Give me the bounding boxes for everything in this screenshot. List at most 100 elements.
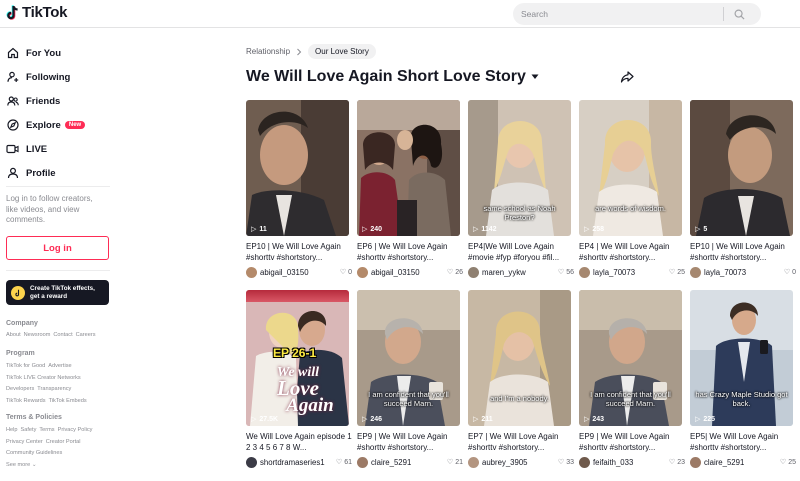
- sidebar-item-explore[interactable]: Explore New: [6, 113, 86, 137]
- like-count: ♡ 26: [446, 268, 463, 277]
- footer-link-tiktok-rewards[interactable]: TikTok Rewards: [6, 398, 46, 404]
- sidebar-item-label: LIVE: [26, 143, 48, 155]
- sidebar-item-label: Explore: [26, 119, 61, 131]
- avatar[interactable]: [357, 456, 368, 468]
- video-thumbnail[interactable]: I am confident that you'll succeed Marn.…: [357, 290, 460, 426]
- footer-link-careers[interactable]: Careers: [76, 332, 96, 338]
- author-name[interactable]: layla_70073: [593, 268, 667, 277]
- avatar[interactable]: [579, 456, 590, 468]
- video-title[interactable]: We Will Love Again episode 1 2 3 4 5 6 7…: [246, 431, 352, 453]
- video-title[interactable]: EP4 | We Will Love Again #shorttv #short…: [579, 241, 685, 263]
- video-thumbnail[interactable]: same school as Noah Preston? ▷ 1142: [468, 100, 571, 236]
- sidebar-item-profile[interactable]: Profile: [6, 161, 85, 185]
- author-name[interactable]: abigail_03150: [371, 268, 445, 277]
- sidebar-item-live[interactable]: LIVE: [6, 137, 85, 161]
- video-thumbnail[interactable]: has Crazy Maple Studio got back. ▷ 225: [690, 290, 793, 426]
- avatar[interactable]: [468, 266, 479, 278]
- footer-link-developers[interactable]: Developers: [6, 386, 34, 392]
- author-name[interactable]: abigail_03150: [260, 268, 338, 277]
- play-icon: ▷: [251, 416, 257, 423]
- play-count: ▷ 5: [695, 225, 708, 234]
- create-effects-banner[interactable]: Create TikTok effects, get a reward: [6, 280, 109, 305]
- play-count: ▷ 246: [362, 415, 383, 424]
- sidebar-divider: [6, 186, 110, 187]
- footer-terms-heading: Terms & Policies: [6, 414, 62, 421]
- avatar[interactable]: [246, 266, 257, 278]
- avatar[interactable]: [357, 266, 368, 278]
- video-thumbnail[interactable]: I am confident that you'll succeed Marn.…: [579, 290, 682, 426]
- live-icon: [6, 143, 19, 156]
- video-thumbnail[interactable]: ▷ 11: [246, 100, 349, 236]
- footer-link-transparency[interactable]: Transparency: [37, 386, 71, 392]
- video-thumbnail[interactable]: EP 26-1 We will Love Again ▷ 27.5K: [246, 290, 349, 426]
- video-title[interactable]: EP4|We Will Love Again #movie #fyp #fory…: [468, 241, 574, 263]
- footer-link-help[interactable]: Help: [6, 427, 18, 433]
- sidebar-item-following[interactable]: Following: [6, 65, 85, 89]
- like-count: ♡ 23: [668, 458, 685, 467]
- video-thumbnail[interactable]: ▷ 5: [690, 100, 793, 236]
- video-title[interactable]: EP5| We Will Love Again #shorttv #shorts…: [690, 431, 796, 453]
- see-more-link[interactable]: See more ⌄: [6, 462, 37, 468]
- footer-link-privacy-center[interactable]: Privacy Center: [6, 439, 43, 445]
- heart-icon: ♡: [557, 459, 565, 466]
- search-button[interactable]: [724, 3, 754, 25]
- author-name[interactable]: aubrey_3905: [482, 458, 556, 467]
- video-thumbnail[interactable]: ▷ 240: [357, 100, 460, 236]
- video-title[interactable]: EP6 | We Will Love Again #shorttv #short…: [357, 241, 463, 263]
- sidebar: For You Following Friends Explore New LI…: [0, 28, 118, 481]
- video-caption-overlay: and I'm a nobody.: [490, 394, 549, 403]
- video-title[interactable]: EP7 | We Will Love Again #shorttv #short…: [468, 431, 574, 453]
- author-name[interactable]: claire_5291: [704, 458, 778, 467]
- footer-link-tiktok-for-good[interactable]: TikTok for Good: [6, 363, 45, 369]
- footer-link-about[interactable]: About: [6, 332, 21, 338]
- video-thumbnail[interactable]: and I'm a nobody. ▷ 211: [468, 290, 571, 426]
- sidebar-item-friends[interactable]: Friends: [6, 89, 85, 113]
- footer-link-tiktok-embeds[interactable]: TikTok Embeds: [49, 398, 87, 404]
- footer-link-newsroom[interactable]: Newsroom: [24, 332, 51, 338]
- video-title[interactable]: EP9 | We Will Love Again #shorttv #short…: [579, 431, 685, 453]
- avatar[interactable]: [690, 266, 701, 278]
- like-count: ♡ 25: [668, 268, 685, 277]
- heart-icon: ♡: [779, 459, 787, 466]
- page-title[interactable]: We Will Love Again Short Love Story: [246, 68, 539, 86]
- video-thumbnail[interactable]: are words of wisdom. ▷ 258: [579, 100, 682, 236]
- breadcrumb: Relationship Our Love Story: [246, 44, 376, 59]
- author-name[interactable]: maren_yykw: [482, 268, 556, 277]
- sidebar-item-label: Profile: [26, 167, 56, 179]
- search-icon: [734, 9, 745, 20]
- heart-icon: ♡: [668, 459, 676, 466]
- author-name[interactable]: layla_70073: [704, 268, 782, 277]
- footer-link-live-creator-networks[interactable]: TikTok LIVE Creator Networks: [6, 375, 81, 381]
- footer-terms-links: Help Safety Terms Privacy Policy Privacy Ce…: [6, 425, 114, 460]
- play-icon: ▷: [695, 226, 701, 233]
- video-title[interactable]: EP9 | We Will Love Again #shorttv #short…: [357, 431, 463, 453]
- author-name[interactable]: claire_5291: [371, 458, 445, 467]
- breadcrumb-parent[interactable]: Relationship: [246, 47, 290, 56]
- footer-link-contact[interactable]: Contact: [53, 332, 72, 338]
- sidebar-item-for-you[interactable]: For You: [6, 41, 85, 65]
- footer-link-creator-portal[interactable]: Creator Portal: [46, 439, 81, 445]
- footer-link-privacy-policy[interactable]: Privacy Policy: [58, 427, 93, 433]
- video-title[interactable]: EP10 | We Will Love Again #shorttv #shor…: [246, 241, 352, 263]
- video-caption-overlay: I am confident that you'll succeed Marn.: [590, 390, 671, 408]
- heart-icon: ♡: [783, 269, 791, 276]
- author-name[interactable]: feifaith_033: [593, 458, 667, 467]
- footer-link-safety[interactable]: Safety: [21, 427, 37, 433]
- video-title[interactable]: EP10 | We Will Love Again #shorttv #shor…: [690, 241, 796, 263]
- search-input[interactable]: [513, 9, 723, 19]
- avatar[interactable]: [468, 456, 479, 468]
- avatar[interactable]: [246, 456, 257, 468]
- share-icon[interactable]: [620, 70, 634, 84]
- footer-link-terms[interactable]: Terms: [39, 427, 54, 433]
- heart-icon: ♡: [446, 459, 454, 466]
- tiktok-logo[interactable]: TikTok: [6, 4, 67, 21]
- effects-coin-icon: [11, 285, 25, 300]
- author-name[interactable]: shortdramaseries1: [260, 458, 334, 467]
- login-button[interactable]: Log in: [6, 236, 109, 260]
- footer-link-advertise[interactable]: Advertise: [48, 363, 71, 369]
- footer-link-community-guidelines[interactable]: Community Guidelines: [6, 450, 62, 456]
- episode-badge: EP 26-1: [273, 346, 317, 360]
- breadcrumb-current[interactable]: Our Love Story: [308, 44, 376, 59]
- avatar[interactable]: [690, 456, 701, 468]
- avatar[interactable]: [579, 266, 590, 278]
